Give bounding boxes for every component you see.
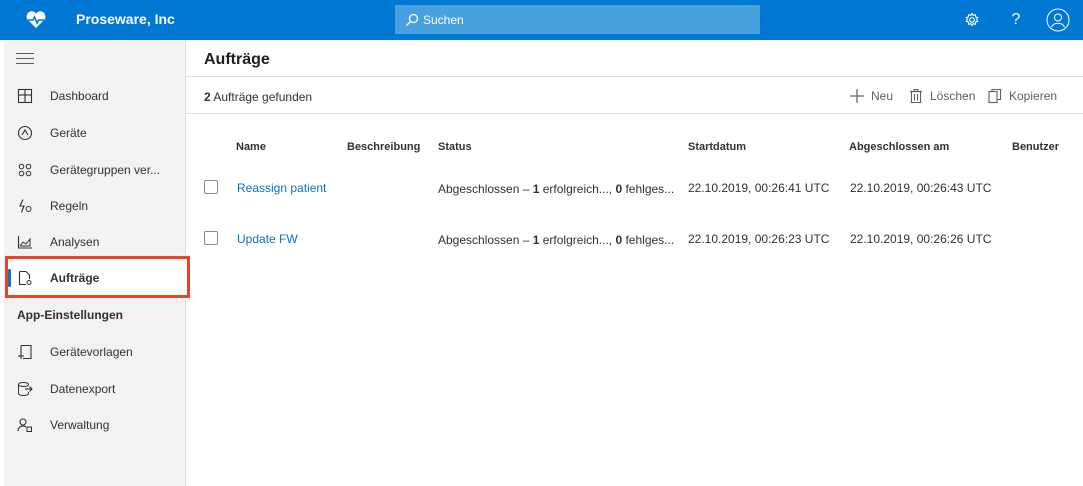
status-failed-text: fehlges...	[622, 233, 675, 247]
dashboard-icon	[16, 87, 34, 105]
status-failed-text: fehlges...	[622, 182, 675, 196]
sidebar-item-label: Gerätevorlagen	[50, 345, 133, 359]
sidebar-item-administration[interactable]: Verwaltung	[4, 408, 186, 442]
column-header-user[interactable]: Benutzer	[1012, 141, 1059, 153]
active-indicator	[8, 269, 11, 287]
job-name-link[interactable]: Update FW	[237, 232, 298, 246]
row-checkbox[interactable]	[204, 231, 218, 245]
sidebar-item-label: Verwaltung	[50, 418, 110, 432]
section-title-app-settings: App-Einstellungen	[17, 308, 123, 322]
job-status: Abgeschlossen – 1 erfolgreich..., 0 fehl…	[438, 182, 674, 196]
status-prefix: Abgeschlossen –	[438, 182, 533, 196]
search-input[interactable]	[423, 12, 743, 27]
column-header-name[interactable]: Name	[236, 141, 266, 153]
administration-icon	[16, 416, 34, 434]
copy-button[interactable]: Kopieren	[987, 87, 1057, 105]
title-divider	[186, 76, 1083, 77]
status-success-text: erfolgreich...,	[539, 182, 616, 196]
results-count-number: 2	[204, 90, 211, 104]
trash-icon	[908, 88, 924, 104]
search-icon	[405, 13, 419, 27]
analytics-icon	[16, 233, 34, 251]
job-start-date: 22.10.2019, 00:26:23 UTC	[688, 232, 830, 246]
sidebar-item-label: Datenexport	[50, 382, 116, 396]
column-header-completed[interactable]: Abgeschlossen am	[849, 141, 949, 153]
rules-icon	[16, 197, 34, 215]
new-button[interactable]: Neu	[849, 87, 893, 105]
delete-button[interactable]: Löschen	[908, 87, 975, 105]
sidebar-item-rules[interactable]: Regeln	[4, 189, 186, 223]
sidebar-item-jobs[interactable]: Aufträge	[4, 261, 186, 295]
sidebar-item-analytics[interactable]: Analysen	[4, 225, 186, 259]
new-button-label: Neu	[871, 89, 894, 103]
help-glyph: ?	[1011, 11, 1021, 28]
jobs-icon	[16, 269, 34, 287]
sidebar-item-devices[interactable]: Geräte	[4, 116, 186, 150]
job-completed-date: 22.10.2019, 00:26:43 UTC	[850, 181, 992, 195]
help-icon[interactable]: ?	[1005, 9, 1027, 31]
sidebar-item-label: Gerätegruppen ver...	[50, 163, 161, 177]
toolbar-divider	[186, 113, 1083, 114]
sidebar-item-data-export[interactable]: Datenexport	[4, 372, 186, 406]
job-status: Abgeschlossen – 1 erfolgreich..., 0 fehl…	[438, 233, 674, 247]
sidebar-item-label: Regeln	[50, 199, 89, 213]
sidebar-item-dashboard[interactable]: Dashboard	[4, 79, 186, 113]
status-prefix: Abgeschlossen –	[438, 233, 533, 247]
user-avatar-icon[interactable]	[1046, 8, 1070, 32]
data-export-icon	[16, 380, 34, 398]
job-name-link[interactable]: Reassign patient	[237, 181, 326, 195]
app-name[interactable]: Proseware, Inc	[76, 11, 175, 27]
column-header-start-date[interactable]: Startdatum	[688, 141, 746, 153]
row-checkbox[interactable]	[204, 180, 218, 194]
results-count: 2 Aufträge gefunden	[204, 90, 312, 104]
sidebar-item-label: Dashboard	[50, 89, 109, 103]
plus-icon	[849, 88, 865, 104]
job-start-date: 22.10.2019, 00:26:41 UTC	[688, 181, 830, 195]
sidebar-item-device-groups[interactable]: Gerätegruppen ver...	[4, 153, 186, 187]
top-bar: Proseware, Inc ?	[0, 0, 1083, 40]
sidebar-item-label: Aufträge	[50, 271, 100, 285]
hamburger-menu-icon[interactable]	[16, 53, 34, 67]
sidebar-item-device-templates[interactable]: Gerätevorlagen	[4, 335, 186, 369]
column-header-description[interactable]: Beschreibung	[347, 141, 420, 153]
devices-icon	[16, 124, 34, 142]
page-title: Aufträge	[204, 51, 270, 68]
job-completed-date: 22.10.2019, 00:26:26 UTC	[850, 232, 992, 246]
copy-button-label: Kopieren	[1009, 89, 1058, 103]
delete-button-label: Löschen	[930, 89, 976, 103]
settings-icon[interactable]	[961, 9, 983, 31]
column-header-status[interactable]: Status	[438, 141, 472, 153]
sidebar-item-label: Geräte	[50, 126, 87, 140]
search-box[interactable]	[395, 5, 760, 34]
device-groups-icon	[16, 161, 34, 179]
copy-icon	[987, 88, 1003, 104]
results-count-text: Aufträge gefunden	[210, 90, 313, 104]
status-success-text: erfolgreich...,	[539, 233, 616, 247]
device-templates-icon	[16, 343, 34, 361]
sidebar: Dashboard Geräte Gerätegruppen ver... Re…	[0, 40, 190, 486]
sidebar-item-label: Analysen	[50, 235, 100, 249]
heart-pulse-icon	[0, 0, 72, 40]
